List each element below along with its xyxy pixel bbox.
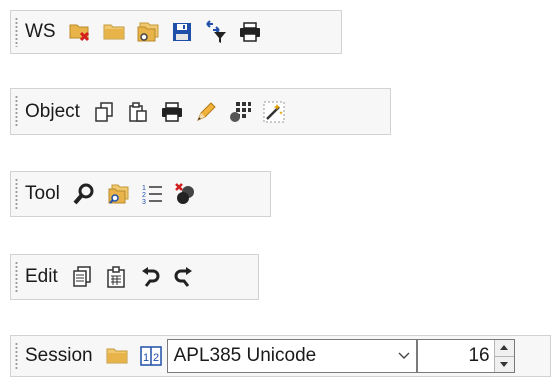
- session-toolbar: Session 1 2 APL385 Unicode 16: [10, 335, 551, 377]
- tool-toolbar-label: Tool: [25, 183, 60, 204]
- redo-icon: [174, 267, 192, 287]
- font-size-value: 16: [468, 345, 490, 366]
- font-select-value: APL385 Unicode: [173, 345, 317, 366]
- clear-ws-icon: [69, 24, 89, 42]
- font-size-spin-buttons: [493, 340, 514, 372]
- paste-edit-button[interactable]: [102, 263, 130, 291]
- redo-edit-button[interactable]: [170, 263, 198, 291]
- filter-icon: [205, 20, 226, 43]
- grid-icon: [229, 101, 251, 122]
- svg-text:2: 2: [153, 352, 159, 364]
- copy-folder-icon: [137, 22, 159, 42]
- numbered-list-icon: 1 2 3: [142, 185, 162, 206]
- undo-edit-button[interactable]: [136, 263, 164, 291]
- copy-edit-button[interactable]: [68, 263, 96, 291]
- font-size-stepper[interactable]: 16: [416, 339, 515, 373]
- print-ws-button[interactable]: [236, 18, 264, 46]
- print-icon: [239, 22, 260, 42]
- numbered-list-tool-button[interactable]: 1 2 3: [138, 180, 166, 208]
- paste-icon: [107, 266, 125, 288]
- keyboard-layout-icon: 1 2: [139, 346, 162, 366]
- save-ws-button[interactable]: [168, 18, 196, 46]
- chevron-down-icon: [392, 352, 416, 360]
- ws-toolbar: WS: [10, 10, 342, 54]
- grid-object-button[interactable]: [226, 98, 254, 126]
- font-select[interactable]: APL385 Unicode: [166, 339, 417, 373]
- keyboard-layout-button[interactable]: 1 2: [137, 342, 165, 370]
- paste-object-button[interactable]: [124, 98, 152, 126]
- delete-objects-tool-button[interactable]: [172, 180, 200, 208]
- print-icon: [161, 101, 182, 122]
- spin-up-button[interactable]: [494, 340, 514, 357]
- session-toolbar-label: Session: [25, 345, 93, 366]
- filter-ws-button[interactable]: [202, 18, 230, 46]
- svg-text:2: 2: [142, 192, 146, 199]
- arrow-down-icon: [500, 361, 509, 367]
- paste-object-icon: [129, 101, 147, 122]
- edit-pencil-icon: [196, 101, 216, 121]
- open-ws-button[interactable]: [100, 18, 128, 46]
- object-toolbar-label: Object: [25, 100, 80, 122]
- open-folder-icon: [106, 348, 128, 364]
- svg-text:1: 1: [142, 185, 146, 192]
- object-toolbar: Object: [10, 88, 391, 135]
- edit-toolbar-label: Edit: [25, 266, 58, 287]
- folder-search-icon: [108, 184, 129, 204]
- search-tool-button[interactable]: [70, 180, 98, 208]
- tool-toolbar: Tool 1 2 3: [10, 171, 271, 217]
- ws-toolbar-label: WS: [25, 21, 56, 42]
- save-icon: [172, 23, 191, 41]
- spin-down-button[interactable]: [494, 356, 514, 372]
- open-session-button[interactable]: [103, 342, 131, 370]
- print-object-button[interactable]: [158, 98, 186, 126]
- delete-objects-icon: [174, 183, 194, 204]
- arrow-up-icon: [500, 345, 509, 351]
- svg-text:1: 1: [143, 352, 149, 364]
- folder-search-tool-button[interactable]: [104, 180, 132, 208]
- search-icon: [73, 183, 94, 205]
- magic-wand-icon: [263, 101, 285, 122]
- copy-object-button[interactable]: [90, 98, 118, 126]
- magic-wand-object-button[interactable]: [260, 98, 288, 126]
- copy-ws-button[interactable]: [134, 18, 162, 46]
- undo-icon: [141, 267, 160, 287]
- clear-ws-button[interactable]: [66, 18, 94, 46]
- svg-text:3: 3: [142, 199, 146, 206]
- open-folder-icon: [103, 24, 125, 40]
- copy-icon: [73, 266, 91, 287]
- copy-object-icon: [95, 101, 113, 122]
- edit-toolbar: Edit: [10, 254, 259, 300]
- edit-object-button[interactable]: [192, 98, 220, 126]
